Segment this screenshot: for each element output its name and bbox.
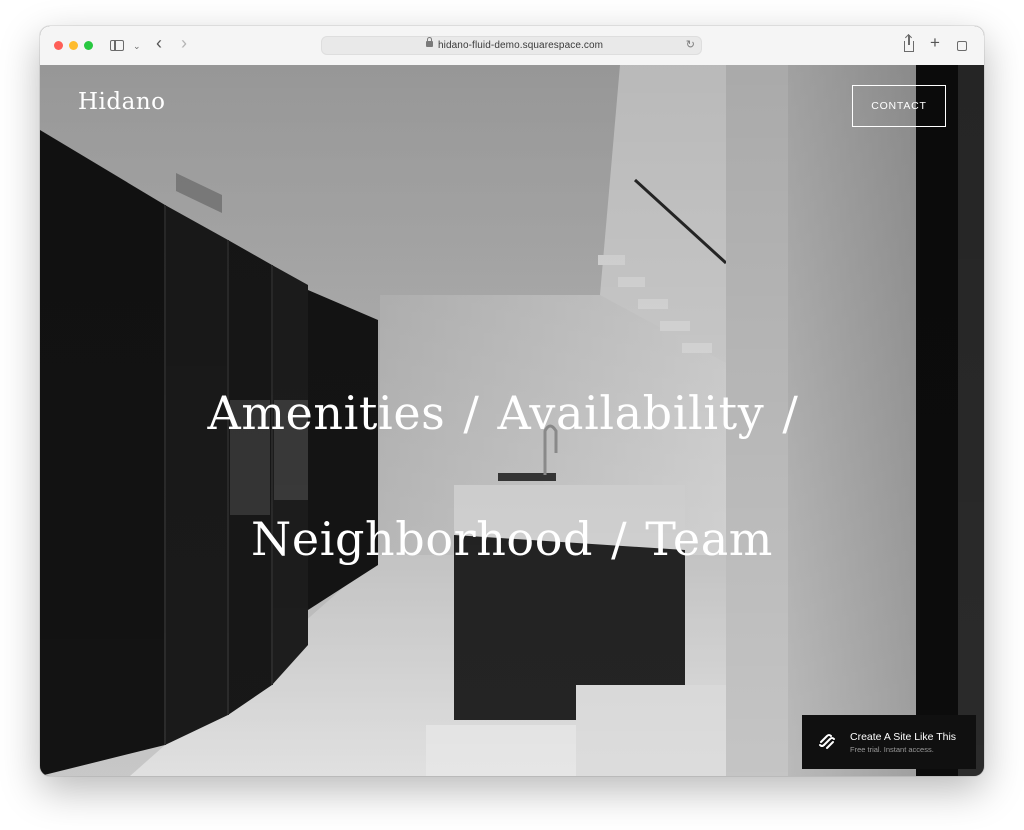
lock-icon [426, 37, 433, 47]
sidebar-icon[interactable] [110, 40, 124, 51]
promo-title: Create A Site Like This [850, 731, 957, 743]
nav-link-neighborhood[interactable]: Neighborhood [251, 512, 593, 566]
browser-window: ⌄ ‹ › hidano-fluid-demo.squarespace.com … [40, 26, 984, 776]
minimize-window-button[interactable] [69, 41, 78, 50]
hero-nav-line-2: Neighborhood / Team [160, 476, 864, 602]
squarespace-logo-icon [819, 734, 835, 749]
url-text: hidano-fluid-demo.squarespace.com [438, 40, 604, 51]
site-logo[interactable]: Hidano [78, 89, 166, 115]
chevron-down-icon[interactable]: ⌄ [133, 37, 141, 55]
promo-subtitle: Free trial. Instant access. [850, 745, 934, 754]
hero-nav-line-1: Amenities / Availability / [160, 350, 864, 476]
browser-toolbar: ⌄ ‹ › hidano-fluid-demo.squarespace.com … [40, 26, 984, 66]
nav-link-team[interactable]: Team [645, 512, 773, 566]
nav-link-availability[interactable]: Availability [497, 386, 764, 440]
hero-nav: Amenities / Availability / Neighborhood / Tea… [160, 350, 864, 602]
plus-icon[interactable]: + [930, 34, 940, 52]
nav-link-amenities[interactable]: Amenities [208, 386, 446, 440]
nav-separator: / [782, 386, 799, 440]
close-window-button[interactable] [54, 41, 63, 50]
zoom-window-button[interactable] [84, 41, 93, 50]
contact-button[interactable]: CONTACT [852, 85, 946, 127]
nav-separator: / [463, 386, 480, 440]
reload-icon[interactable]: ↻ [686, 38, 695, 51]
nav-separator: / [611, 512, 628, 566]
address-bar[interactable]: hidano-fluid-demo.squarespace.com ↻ [321, 36, 702, 55]
back-icon[interactable]: ‹ [156, 34, 162, 52]
create-site-promo[interactable]: Create A Site Like This Free trial. Inst… [802, 715, 976, 769]
share-icon[interactable] [904, 35, 914, 52]
forward-icon[interactable]: › [181, 34, 187, 52]
hero-section: Hidano CONTACT Amenities / Availability / N… [40, 65, 984, 776]
tabs-icon[interactable] [953, 37, 967, 51]
